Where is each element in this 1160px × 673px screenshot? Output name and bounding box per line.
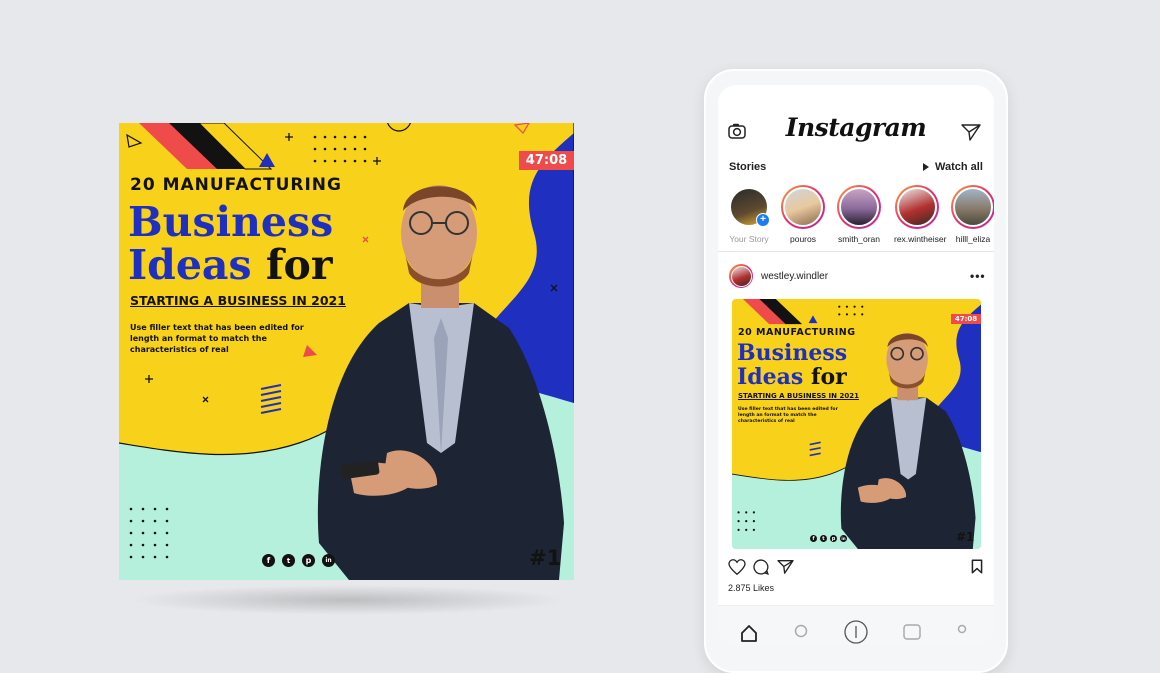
poster-top-label: 20 MANUFACTURING [130, 175, 342, 195]
social-icons: f t p in [262, 554, 335, 567]
person-illustration [317, 185, 564, 580]
avatar [783, 187, 823, 227]
likes-count: 2.875 Likes [728, 583, 775, 593]
linkedin-icon[interactable]: in [322, 554, 335, 567]
story-username: smith_oran [837, 234, 881, 244]
stories-label: Stories [729, 161, 767, 173]
poster-subheadline: STARTING A BUSINESS IN 2021 [130, 293, 346, 308]
add-story-icon[interactable]: + [756, 213, 770, 227]
post-headline-line2: Ideas for [737, 364, 847, 390]
profile-icon[interactable] [955, 624, 969, 640]
instagram-logo: Instagram [785, 113, 927, 142]
add-post-icon[interactable] [844, 620, 868, 644]
story-item[interactable]: + Your Story [726, 185, 772, 244]
poster-large: 47:08 20 MANUFACTURING Business Ideas fo… [119, 123, 574, 580]
post-image[interactable]: 47:08 20 MANUFACTURING Business Ideas fo… [732, 299, 981, 549]
bottom-navigation [718, 605, 994, 645]
story-item[interactable]: pouros [780, 185, 826, 244]
poster-headline-line2: Ideas for [128, 241, 333, 289]
instagram-screen: Instagram Stories Watch all + Your Story… [718, 85, 994, 645]
post-number-badge: #1 [956, 530, 975, 544]
twitter-icon[interactable]: t [282, 554, 295, 567]
post-timer-badge: 47:08 [951, 314, 981, 324]
search-icon[interactable] [794, 624, 810, 640]
post-author-avatar[interactable] [729, 264, 753, 288]
avatar [897, 187, 937, 227]
post-social-icons: f t p in [810, 535, 847, 542]
post-headline-line1: Business [737, 340, 848, 366]
poster-number-badge: #1 [529, 546, 562, 570]
linkedin-icon: in [840, 535, 847, 542]
pinterest-icon[interactable]: p [302, 554, 315, 567]
phone-mockup: Instagram Stories Watch all + Your Story… [704, 69, 1008, 673]
story-username: rex.wintheiser [894, 234, 947, 244]
direct-message-icon[interactable] [961, 123, 981, 141]
activity-icon[interactable] [903, 624, 921, 640]
share-icon[interactable] [777, 559, 794, 574]
facebook-icon[interactable]: f [262, 554, 275, 567]
avatar [953, 187, 993, 227]
poster-headline-line1: Business [128, 198, 334, 246]
story-item[interactable]: rex.wintheiser [894, 185, 947, 244]
post-top-label: 20 MANUFACTURING [738, 327, 856, 338]
post-username[interactable]: westley.windler [761, 271, 828, 282]
comment-icon[interactable] [753, 559, 769, 575]
watch-all-button[interactable]: Watch all [923, 161, 983, 173]
story-username: hilll_eliza [955, 234, 991, 244]
story-item[interactable]: hilll_eliza [950, 185, 994, 244]
twitter-icon: t [820, 535, 827, 542]
pinterest-icon: p [830, 535, 837, 542]
poster-shadow [128, 585, 568, 615]
timer-badge: 47:08 [519, 151, 574, 170]
story-item[interactable]: smith_oran [836, 185, 882, 244]
facebook-icon: f [810, 535, 817, 542]
story-username: pouros [790, 234, 816, 244]
post-subheadline: STARTING A BUSINESS IN 2021 [738, 392, 859, 400]
divider [718, 251, 994, 252]
play-icon [923, 163, 929, 171]
poster-filler-text: Use filler text that has been edited for… [130, 323, 304, 354]
bookmark-icon[interactable] [971, 559, 983, 574]
post-filler-text: Use filler text that has been edited for… [738, 407, 838, 424]
like-heart-icon[interactable] [728, 559, 746, 575]
more-options-icon[interactable]: ••• [970, 269, 986, 283]
story-username: Your Story [729, 234, 769, 244]
avatar [839, 187, 879, 227]
